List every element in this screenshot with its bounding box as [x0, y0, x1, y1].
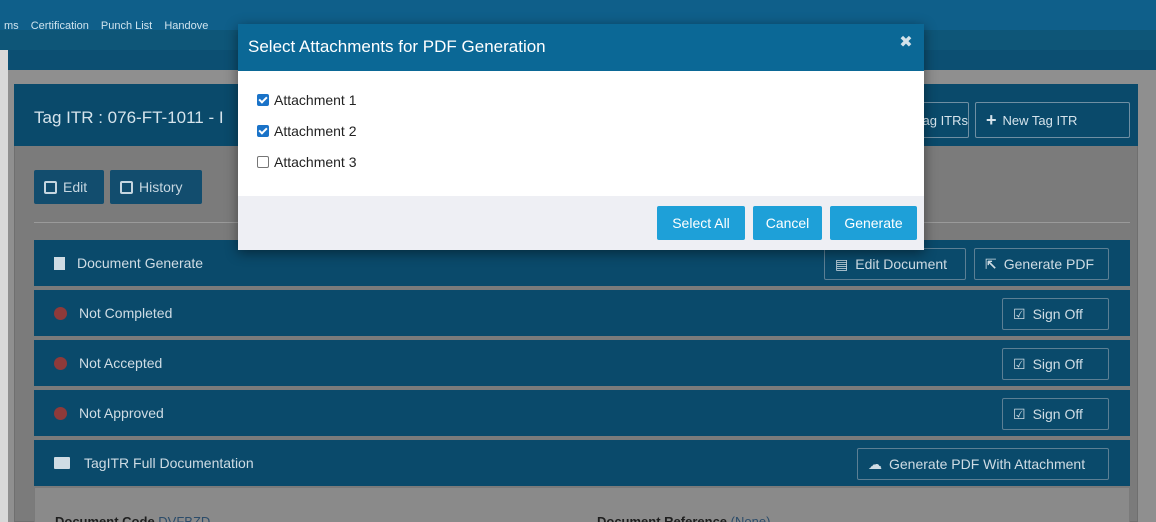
- check-square-icon: ☑: [1013, 355, 1026, 372]
- generate-pdf-label: Generate PDF: [1003, 256, 1094, 272]
- document-reference-value: (None): [730, 514, 771, 522]
- folder-icon: [54, 457, 70, 469]
- checkbox-unchecked-icon[interactable]: [257, 156, 269, 168]
- edit-document-button[interactable]: ▤ Edit Document: [824, 248, 966, 280]
- row-not-approved: Not Approved ☑ Sign Off: [34, 390, 1130, 436]
- modal-footer: Select All Cancel Generate: [238, 196, 924, 250]
- row-label: Not Accepted: [54, 355, 162, 371]
- document-code-value: DVFBZD: [158, 514, 211, 522]
- row-not-accepted: Not Accepted ☑ Sign Off: [34, 340, 1130, 386]
- generate-button[interactable]: Generate: [830, 206, 917, 240]
- new-tag-itr-button[interactable]: + New Tag ITR: [975, 102, 1130, 138]
- attachment-2-label: Attachment 2: [274, 123, 357, 139]
- cloud-upload-icon: ☁: [868, 455, 882, 472]
- document-reference: Document Reference (None): [597, 514, 770, 522]
- nav-menu: ms Certification Punch List Handove: [4, 20, 217, 32]
- nav-item-certification[interactable]: Certification: [31, 20, 89, 32]
- sign-off-label: Sign Off: [1032, 406, 1083, 422]
- modal-body: Attachment 1 Attachment 2 Attachment 3: [238, 71, 924, 191]
- row-full-documentation: TagITR Full Documentation ☁ Generate PDF…: [34, 440, 1130, 486]
- nav-item-punch-list[interactable]: Punch List: [101, 20, 152, 32]
- row-label: Not Completed: [54, 305, 172, 321]
- plus-icon: +: [986, 109, 997, 130]
- new-tag-itr-label: New Tag ITR: [1002, 112, 1078, 128]
- sign-off-label: Sign Off: [1032, 306, 1083, 322]
- row-label: Document Generate: [54, 255, 203, 271]
- modal-title: Select Attachments for PDF Generation: [248, 37, 546, 56]
- attachment-3-checkbox[interactable]: Attachment 3: [257, 154, 357, 170]
- full-documentation-label: TagITR Full Documentation: [84, 455, 254, 471]
- edit-icon: [44, 180, 57, 194]
- attachment-2-checkbox[interactable]: Attachment 2: [257, 123, 357, 139]
- row-not-completed: Not Completed ☑ Sign Off: [34, 290, 1130, 336]
- check-square-icon: ☑: [1013, 405, 1026, 422]
- status-error-icon: [54, 306, 67, 320]
- check-square-icon: ☑: [1013, 305, 1026, 322]
- attachment-1-label: Attachment 1: [274, 92, 357, 108]
- attachment-3-label: Attachment 3: [274, 154, 357, 170]
- document-icon: [54, 256, 65, 270]
- document-reference-key: Document Reference: [597, 514, 728, 522]
- document-info: Document Code DVFBZD Document Reference …: [34, 487, 1130, 522]
- generate-with-attachment-label: Generate PDF With Attachment: [889, 456, 1086, 472]
- not-approved-label: Not Approved: [79, 405, 164, 421]
- history-label: History: [139, 179, 183, 195]
- page-title: Tag ITR : 076-FT-1011 - I: [34, 108, 224, 127]
- history-button[interactable]: History: [110, 170, 202, 204]
- checkbox-checked-icon[interactable]: [257, 125, 269, 137]
- not-completed-label: Not Completed: [79, 305, 173, 321]
- document-generate-label: Document Generate: [77, 255, 204, 271]
- status-error-icon: [54, 406, 67, 420]
- document-code: Document Code DVFBZD: [55, 514, 210, 522]
- nav-item-handover[interactable]: Handove: [164, 20, 208, 32]
- modal-header: Select Attachments for PDF Generation ✖: [238, 24, 924, 71]
- row-label: Not Approved: [54, 405, 164, 421]
- edit-label: Edit: [63, 179, 88, 195]
- checkbox-checked-icon[interactable]: [257, 94, 269, 106]
- sign-off-button[interactable]: ☑ Sign Off: [1002, 398, 1109, 430]
- sign-off-label: Sign Off: [1032, 356, 1083, 372]
- list-icon: ▤: [835, 255, 849, 272]
- row-label: TagITR Full Documentation: [54, 455, 254, 471]
- edit-button[interactable]: Edit: [34, 170, 104, 204]
- edit-document-label: Edit Document: [855, 256, 948, 272]
- share-icon: ⇱: [985, 255, 997, 272]
- document-code-key: Document Code: [55, 514, 155, 522]
- history-icon: [120, 180, 133, 194]
- sign-off-button[interactable]: ☑ Sign Off: [1002, 348, 1109, 380]
- select-all-button[interactable]: Select All: [657, 206, 745, 240]
- close-icon[interactable]: ✖: [898, 35, 914, 51]
- generate-pdf-button[interactable]: ⇱ Generate PDF: [974, 248, 1109, 280]
- not-accepted-label: Not Accepted: [79, 355, 163, 371]
- attachment-1-checkbox[interactable]: Attachment 1: [257, 92, 357, 108]
- sign-off-button[interactable]: ☑ Sign Off: [1002, 298, 1109, 330]
- left-edge: [0, 0, 8, 522]
- cancel-button[interactable]: Cancel: [753, 206, 822, 240]
- nav-item-ms[interactable]: ms: [4, 20, 19, 32]
- generate-pdf-with-attachment-button[interactable]: ☁ Generate PDF With Attachment: [857, 448, 1109, 480]
- attachments-modal: Select Attachments for PDF Generation ✖ …: [238, 24, 924, 250]
- status-error-icon: [54, 356, 67, 370]
